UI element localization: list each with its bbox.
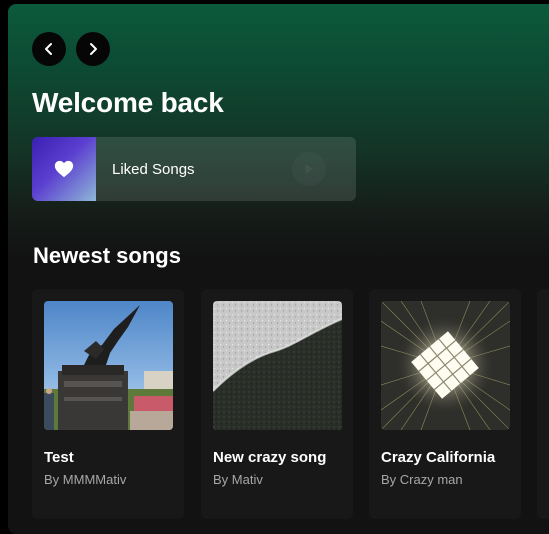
song-cover-art bbox=[381, 301, 510, 430]
song-artist: By MMMMativ bbox=[44, 472, 127, 487]
song-title: Test bbox=[44, 449, 74, 466]
light-cube-abstract-image bbox=[381, 301, 510, 430]
home-panel: Welcome back Liked Songs Newest songs Te… bbox=[8, 4, 549, 534]
song-title: New crazy song bbox=[213, 449, 327, 466]
song-cover-art bbox=[213, 301, 342, 430]
play-icon bbox=[305, 164, 314, 174]
song-cover-art bbox=[44, 301, 173, 430]
page-title: Welcome back bbox=[32, 87, 224, 118]
song-artist: By Mativ bbox=[213, 472, 263, 487]
song-card[interactable]: Test By MMMMativ bbox=[32, 289, 184, 519]
song-card[interactable]: Crazy California By Crazy man bbox=[369, 289, 521, 519]
song-card[interactable]: New crazy song By Mativ bbox=[201, 289, 353, 519]
forward-button[interactable] bbox=[76, 32, 110, 66]
statue-photo-image bbox=[44, 301, 173, 430]
section-title-newest-songs: Newest songs bbox=[33, 243, 181, 268]
chevron-left-icon bbox=[45, 43, 52, 55]
liked-songs-shortcut[interactable]: Liked Songs bbox=[32, 137, 356, 201]
heart-icon bbox=[54, 160, 74, 178]
back-button[interactable] bbox=[32, 32, 66, 66]
beach-water-photo-image bbox=[213, 301, 342, 430]
song-card-partial[interactable] bbox=[537, 289, 549, 519]
liked-songs-cover bbox=[32, 137, 96, 201]
chevron-right-icon bbox=[90, 43, 97, 55]
song-title: Crazy California bbox=[381, 449, 496, 466]
song-artist: By Crazy man bbox=[381, 472, 463, 487]
liked-songs-label: Liked Songs bbox=[112, 160, 195, 178]
liked-songs-play-button[interactable] bbox=[292, 152, 326, 186]
